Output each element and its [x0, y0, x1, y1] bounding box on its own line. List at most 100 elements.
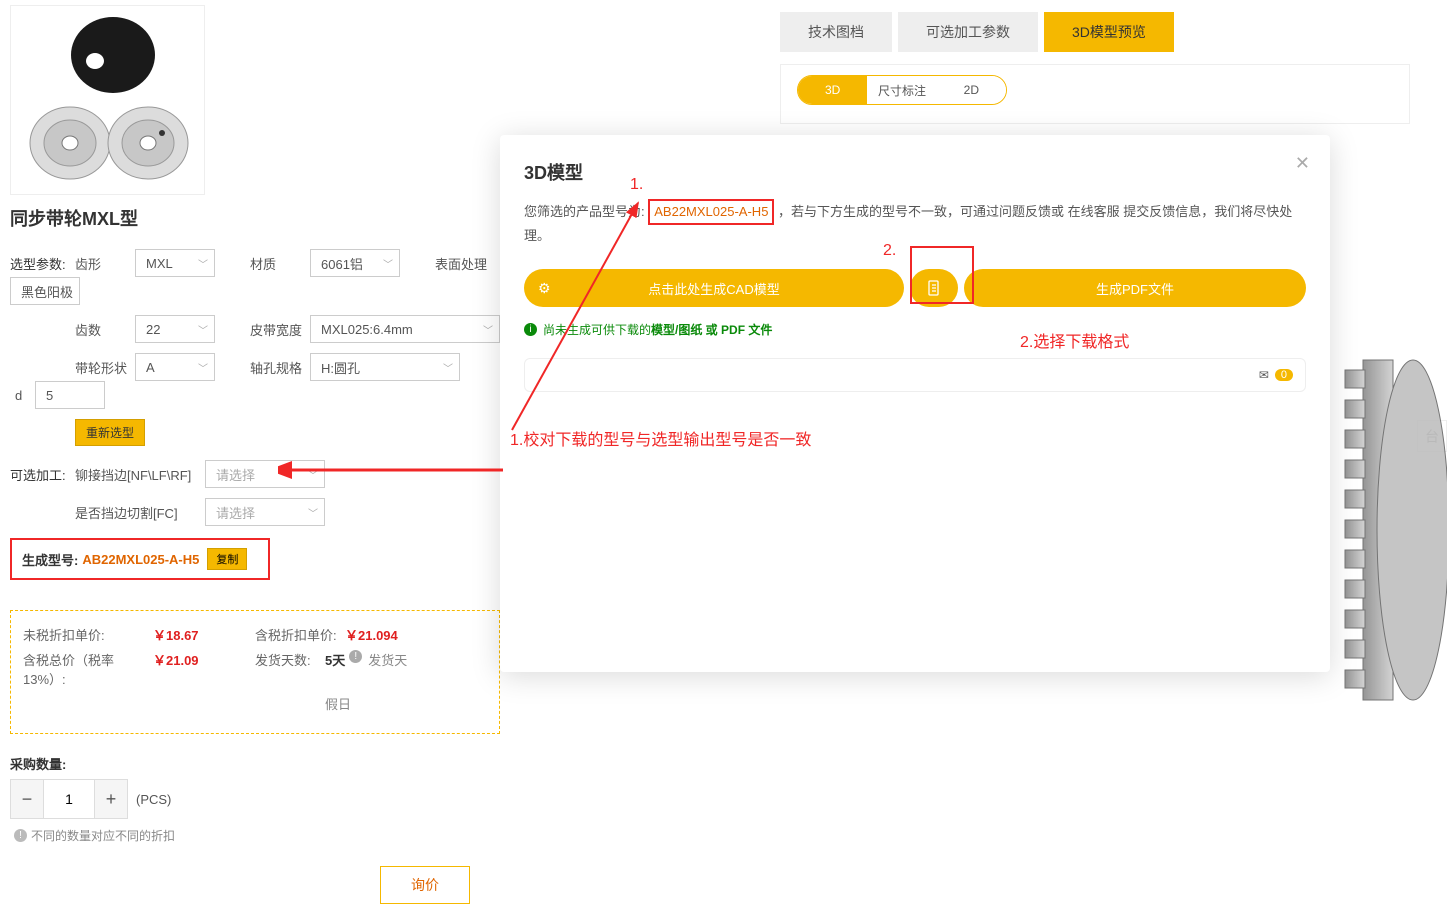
params-row-3: 带轮形状 A ﹀ 轴孔规格 H:圆孔 ﹀ d 5: [10, 353, 500, 409]
view-mode-pills: 3D 尺寸标注 2D: [797, 75, 1007, 105]
product-image: [10, 5, 205, 195]
material-label: 材质: [250, 254, 310, 273]
generate-pdf-button[interactable]: 生成PDF文件: [964, 269, 1306, 307]
no-download-text-b: 模型/图纸 或 PDF 文件: [651, 321, 772, 338]
belt-width-value: MXL025:6.4mm: [321, 322, 413, 337]
right-tabs: 技术图档 可选加工参数 3D模型预览: [780, 12, 1180, 52]
price-total-value: ￥21.09: [153, 650, 199, 688]
qty-unit: (PCS): [136, 792, 171, 807]
pulley-illustration: [18, 15, 198, 185]
product-title: 同步带轮MXL型: [10, 205, 500, 231]
optional-row-1: 可选加工: 铆接挡边[NF\LF\RF] 请选择 ﹀: [10, 460, 500, 488]
price-ex-tax-value: ￥18.67: [153, 625, 199, 644]
price-inc-tax-label: 含税折扣单价:: [255, 625, 345, 644]
price-ex-tax: 未税折扣单价: ￥18.67: [23, 625, 255, 644]
qty-increment-button[interactable]: +: [94, 779, 128, 819]
quantity-stepper: − + (PCS): [10, 779, 500, 819]
tab-tech-docs[interactable]: 技术图档: [780, 12, 892, 52]
qty-input[interactable]: [44, 779, 94, 819]
flange-cut-select[interactable]: 请选择 ﹀: [205, 498, 325, 526]
copy-button[interactable]: 复制: [207, 548, 247, 570]
belt-width-select[interactable]: MXL025:6.4mm ﹀: [310, 315, 500, 343]
qty-decrement-button[interactable]: −: [10, 779, 44, 819]
info-icon[interactable]: !: [349, 650, 362, 663]
price-inc-tax-value: ￥21.094: [345, 625, 398, 644]
params-section-label: 选型参数:: [10, 254, 70, 273]
params-row-2: 齿数 22 ﹀ 皮带宽度 MXL025:6.4mm ﹀: [10, 315, 500, 343]
tab-optional-params[interactable]: 可选加工参数: [898, 12, 1038, 52]
envelope-icon: ✉: [1259, 368, 1269, 382]
pill-dimensions[interactable]: 尺寸标注: [867, 76, 936, 104]
chevron-down-icon: ﹀: [483, 322, 493, 337]
ship-label: 发货天数:: [255, 650, 325, 688]
inbox-count: 0: [1275, 369, 1293, 381]
price-ex-tax-label: 未税折扣单价:: [23, 625, 153, 644]
qty-note: ! 不同的数量对应不同的折扣: [10, 827, 500, 844]
pulley-shape-value: A: [146, 360, 155, 375]
gear-3d-render: [1343, 350, 1447, 710]
preview-frame: 3D 尺寸标注 2D: [780, 64, 1410, 124]
no-download-message: i 尚未生成可供下载的 模型/图纸 或 PDF 文件: [524, 321, 1306, 338]
surface-label: 表面处理: [435, 254, 495, 273]
modal-3d: 3D模型 ✕ 您筛选的产品型号为: AB22MXL025-A-H5 ，若与下方生…: [500, 135, 1330, 672]
product-panel: 同步带轮MXL型 选型参数: 齿形 MXL ﹀ 材质 6061铝 ﹀ 表面处理 …: [10, 0, 500, 904]
no-download-text-a: 尚未生成可供下载的: [543, 321, 651, 338]
shaft-hole-select[interactable]: H:圆孔 ﹀: [310, 353, 460, 381]
tooth-count-select[interactable]: 22 ﹀: [135, 315, 215, 343]
price-inc-tax: 含税折扣单价: ￥21.094: [255, 625, 487, 644]
chevron-down-icon: ﹀: [198, 360, 208, 375]
flange-cut-placeholder: 请选择: [216, 503, 255, 522]
tab-3d-preview[interactable]: 3D模型预览: [1044, 12, 1174, 52]
ship-value: 5天: [325, 650, 345, 688]
rivet-label: 铆接挡边[NF\LF\RF]: [75, 465, 205, 484]
reset-selection-button[interactable]: 重新选型: [75, 419, 145, 446]
price-total: 含税总价（税率13%）: ￥21.09: [23, 650, 255, 688]
price-box: 未税折扣单价: ￥18.67 含税折扣单价: ￥21.094 含税总价（税率13…: [10, 610, 500, 734]
chevron-down-icon: ﹀: [308, 505, 318, 520]
format-select-button[interactable]: [910, 269, 958, 307]
inbox-row[interactable]: ✉ 0: [524, 358, 1306, 392]
tooth-shape-label: 齿形: [75, 254, 135, 273]
info-icon: i: [524, 323, 537, 336]
optional-row-2: 是否挡边切割[FC] 请选择 ﹀: [10, 498, 500, 526]
material-value: 6061铝: [321, 254, 363, 273]
pulley-shape-select[interactable]: A ﹀: [135, 353, 215, 381]
pill-2d[interactable]: 2D: [937, 76, 1006, 104]
d-label: d: [15, 388, 35, 403]
price-total-label: 含税总价（税率13%）:: [23, 650, 153, 688]
tooth-shape-value: MXL: [146, 256, 173, 271]
tooth-count-label: 齿数: [75, 320, 135, 339]
tooth-shape-select[interactable]: MXL ﹀: [135, 249, 215, 277]
belt-width-label: 皮带宽度: [250, 320, 310, 339]
holiday: 假日: [255, 694, 487, 713]
surface-select[interactable]: 黑色阳极: [10, 277, 80, 305]
material-select[interactable]: 6061铝 ﹀: [310, 249, 400, 277]
generated-model-box: 生成型号: AB22MXL025-A-H5 复制: [10, 538, 270, 580]
close-icon[interactable]: ✕: [1295, 153, 1310, 174]
modal-desc-prefix: 您筛选的产品型号为:: [524, 204, 645, 219]
d-select[interactable]: 5: [35, 381, 105, 409]
quantity-label: 采购数量:: [10, 754, 500, 773]
chevron-down-icon: ﹀: [383, 256, 393, 271]
modal-title: 3D模型: [524, 159, 1306, 185]
surface-value: 黑色阳极: [21, 282, 73, 301]
generate-pdf-label: 生成PDF文件: [1096, 279, 1174, 298]
modal-description: 您筛选的产品型号为: AB22MXL025-A-H5 ，若与下方生成的型号不一致…: [524, 199, 1306, 247]
info-icon: !: [14, 829, 27, 842]
chevron-down-icon: ﹀: [198, 322, 208, 337]
chevron-down-icon: ﹀: [198, 256, 208, 271]
qty-note-text: 不同的数量对应不同的折扣: [31, 827, 175, 844]
params-row-4: 重新选型: [10, 419, 500, 446]
gear-icon: ⚙: [538, 280, 551, 297]
ship-extra-label: 发货天: [368, 650, 407, 688]
generate-cad-label: 点击此处生成CAD模型: [648, 279, 779, 298]
ship-days: 发货天数: 5天 ! 发货天: [255, 650, 487, 688]
quantity-section: 采购数量: − + (PCS) ! 不同的数量对应不同的折扣: [10, 754, 500, 844]
chevron-down-icon: ﹀: [443, 360, 453, 375]
pill-3d[interactable]: 3D: [798, 76, 867, 104]
quote-button[interactable]: 询价: [380, 866, 470, 904]
rivet-select[interactable]: 请选择 ﹀: [205, 460, 325, 488]
generate-cad-button[interactable]: ⚙ 点击此处生成CAD模型: [524, 269, 904, 307]
shaft-hole-label: 轴孔规格: [250, 358, 310, 377]
cad-button-row: ⚙ 点击此处生成CAD模型 生成PDF文件: [524, 269, 1306, 307]
